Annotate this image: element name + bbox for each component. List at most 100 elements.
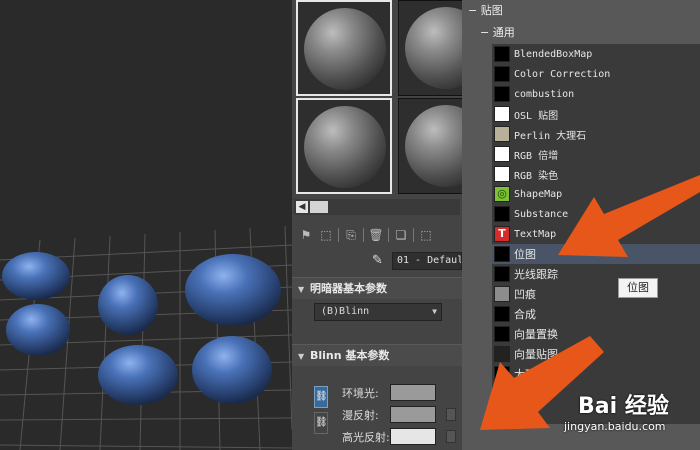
sphere-2 [6, 304, 70, 356]
material-slot-1[interactable] [296, 0, 392, 96]
map-item-label: ShapeMap [514, 188, 563, 200]
map-item-label: 平铺 [514, 408, 536, 421]
assign-material-icon[interactable]: ⎘ [343, 227, 359, 243]
map-item[interactable]: 位图 [492, 244, 700, 264]
watermark: Bai 经验 jingyan.baidu.com [540, 378, 700, 450]
specular-color-swatch[interactable] [390, 428, 436, 445]
tiles-icon [494, 406, 510, 422]
material-slot-3[interactable] [296, 98, 392, 194]
ambient-param-row: 环境光: [292, 383, 462, 403]
watermark-url: jingyan.baidu.com [564, 420, 666, 433]
map-item-label: 凹痕 [514, 288, 536, 301]
diffuse-param-row: 漫反射: [292, 405, 462, 425]
diffuse-map-button[interactable] [446, 408, 456, 421]
map-item[interactable]: 凹痕 [492, 284, 700, 304]
map-item-label: Perlin 大理石 [514, 130, 587, 142]
maps-group-header[interactable]: − 贴图 [462, 2, 503, 20]
map-item-label: TextMap [514, 228, 557, 240]
sphere-5 [98, 345, 178, 405]
eyedropper-icon[interactable]: ✎ [372, 253, 388, 269]
black-swatch-icon [494, 66, 510, 82]
ambient-color-swatch[interactable] [390, 384, 436, 401]
marble-icon [494, 386, 510, 402]
black-swatch-icon [494, 246, 510, 262]
map-item[interactable]: Color Correction [492, 64, 700, 84]
blinn-basic-params-rollout[interactable]: ▼ Blinn 基本参数 [292, 344, 462, 366]
map-item[interactable]: BlendedBoxMap [492, 44, 700, 64]
map-item[interactable]: 合成 [492, 304, 700, 324]
white-swatch-icon [494, 106, 510, 122]
vector-map-icon [494, 346, 510, 362]
watermark-logo: Bai 经验 [578, 394, 669, 419]
marble-icon [494, 126, 510, 142]
map-item-label: BlendedBoxMap [514, 48, 593, 60]
dent-icon [494, 286, 510, 302]
slot-scrollbar[interactable]: ◀ [294, 199, 460, 215]
map-item[interactable]: combustion [492, 84, 700, 104]
map-item[interactable]: ◎ ShapeMap [492, 184, 700, 204]
reset-icon[interactable]: 🗑 [368, 227, 384, 243]
shader-basic-params-rollout[interactable]: ▼ 明暗器基本参数 [292, 277, 462, 299]
map-item[interactable]: 向量置换 [492, 324, 700, 344]
black-swatch-icon [494, 206, 510, 222]
map-item[interactable]: 向量贴图 [492, 344, 700, 364]
scroll-left-icon[interactable]: ◀ [296, 201, 308, 213]
map-item-label: OSL 贴图 [514, 110, 559, 122]
toolbar-divider [413, 228, 414, 242]
specular-label: 高光反射: [342, 431, 390, 444]
map-item-label: RGB 倍增 [514, 150, 559, 162]
map-item-label: 向量贴图 [514, 348, 558, 361]
map-item-label: 合成 [514, 308, 536, 321]
textmap-icon: T [494, 226, 510, 242]
shapemap-icon: ◎ [494, 186, 510, 202]
map-item[interactable]: 光线跟踪 [492, 264, 700, 284]
shader-value: (B)Blinn [321, 306, 370, 317]
copy-icon[interactable]: ❏ [393, 227, 409, 243]
general-subgroup-header[interactable]: − 通用 [480, 24, 515, 42]
collapse-triangle-icon: ▼ [298, 285, 305, 294]
map-item[interactable]: Substance [492, 204, 700, 224]
rollout-title: Blinn 基本参数 [310, 349, 390, 362]
rollout-title: 明暗器基本参数 [310, 282, 387, 295]
group-title: 贴图 [480, 4, 503, 17]
map-item[interactable]: RGB 染色 [492, 164, 700, 184]
viewport-scene [0, 225, 292, 450]
get-material-icon[interactable]: ⚑ [298, 227, 314, 243]
black-swatch-icon [494, 46, 510, 62]
map-list: BlendedBoxMap Color Correction combustion O… [492, 44, 700, 424]
sample-sphere [304, 106, 386, 188]
sphere-6 [192, 336, 272, 404]
tooltip: 位图 [618, 278, 658, 298]
diffuse-color-swatch[interactable] [390, 406, 436, 423]
black-swatch-icon [494, 86, 510, 102]
unique-icon[interactable]: ⬚ [418, 227, 434, 243]
map-item[interactable]: T TextMap [492, 224, 700, 244]
map-item[interactable]: Perlin 大理石 [492, 124, 700, 144]
map-item-label: combustion [514, 88, 575, 100]
specular-param-row: 高光反射: [292, 427, 462, 447]
map-item-label: 向量置换 [514, 328, 558, 341]
material-name-field[interactable]: 01 - Default [392, 252, 462, 270]
sphere-4 [185, 254, 281, 326]
collapse-minus-icon: − [480, 26, 490, 39]
map-item-label: RGB 染色 [514, 170, 559, 182]
toolbar-divider [363, 228, 364, 242]
specular-map-button[interactable] [446, 430, 456, 443]
white-swatch-icon [494, 166, 510, 182]
subgroup-title: 通用 [492, 26, 515, 39]
viewport[interactable] [0, 0, 292, 450]
black-swatch-icon [494, 366, 510, 382]
black-swatch-icon [494, 306, 510, 322]
map-item[interactable]: OSL 贴图 [492, 104, 700, 124]
map-item-label: 光线跟踪 [514, 268, 558, 281]
collapse-triangle-icon: ▼ [298, 352, 305, 361]
shader-type-dropdown[interactable]: (B)Blinn ▼ [314, 303, 442, 321]
put-to-scene-icon[interactable]: ⬚ [318, 227, 334, 243]
map-item-label: Color Correction [514, 68, 611, 80]
collapse-minus-icon: − [468, 4, 478, 17]
diffuse-label: 漫反射: [342, 409, 379, 422]
viewport-spheres [2, 252, 281, 405]
sphere-1 [2, 252, 70, 300]
map-item[interactable]: RGB 倍增 [492, 144, 700, 164]
scroll-thumb[interactable] [310, 201, 328, 213]
